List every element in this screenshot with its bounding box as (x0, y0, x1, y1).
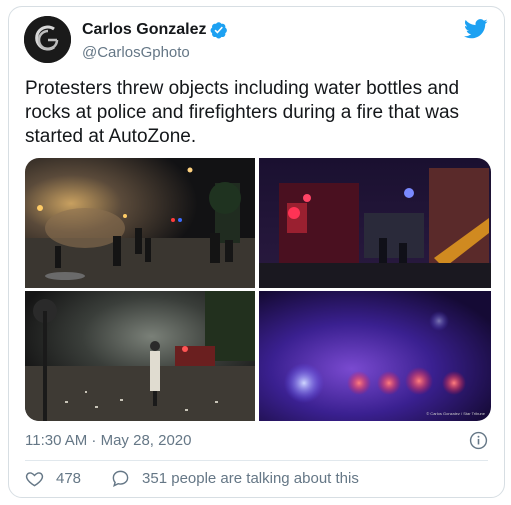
tweet-text: Protesters threw objects including water… (25, 78, 460, 147)
divider (25, 460, 488, 461)
media-grid: © Carlos Gonzalez / Star Tribune (25, 158, 491, 421)
author-handle[interactable]: @CarlosGphoto (82, 44, 190, 61)
tweet-card[interactable]: Carlos Gonzalez @CarlosGphoto Protesters… (8, 6, 505, 498)
conversation-button[interactable]: 351 people are talking about this (111, 469, 359, 488)
photo-protesters-street[interactable] (25, 158, 255, 288)
action-bar: 478 351 people are talking about this (25, 469, 359, 488)
info-icon[interactable] (469, 431, 488, 450)
avatar[interactable] (24, 16, 71, 63)
twitter-bird-icon[interactable] (464, 19, 488, 39)
photo-fire-truck[interactable] (259, 158, 491, 288)
photo-debris-street[interactable] (25, 291, 255, 421)
timestamp[interactable]: 11:30 AM · May 28, 2020 (25, 432, 192, 449)
photo-watermark: © Carlos Gonzalez / Star Tribune (426, 411, 486, 416)
avatar-logo-icon (24, 16, 71, 63)
photo-lights-haze[interactable]: © Carlos Gonzalez / Star Tribune (259, 291, 491, 421)
like-count: 478 (56, 470, 82, 487)
verified-badge-icon (211, 22, 228, 39)
conversation-label: 351 people are talking about this (142, 470, 359, 487)
heart-icon (25, 472, 44, 487)
author-name[interactable]: Carlos Gonzalez (82, 21, 206, 39)
speech-bubble-icon (112, 470, 129, 487)
like-button[interactable]: 478 (25, 469, 81, 488)
